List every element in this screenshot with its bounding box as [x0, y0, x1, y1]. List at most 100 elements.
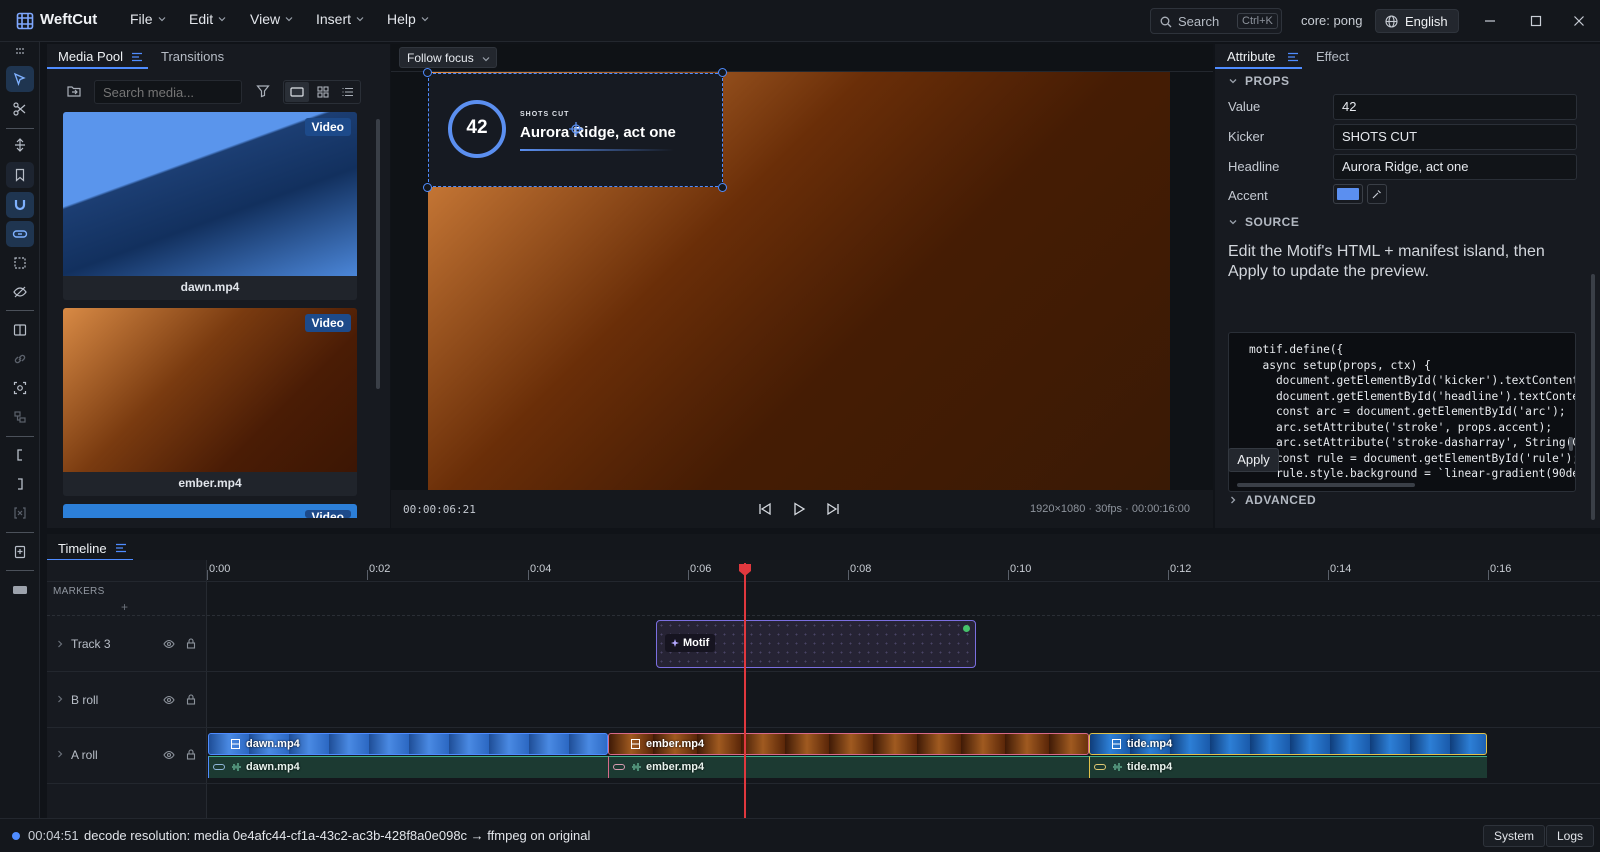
next-frame-button[interactable]: [824, 500, 842, 518]
eye-icon[interactable]: [163, 639, 175, 649]
chevron-right-icon[interactable]: [57, 695, 63, 703]
audio-clip[interactable]: dawn.mp4: [208, 756, 608, 778]
props-section-header[interactable]: PROPS: [1229, 74, 1290, 88]
code-h-scrollbar[interactable]: [1237, 483, 1415, 487]
select-tool[interactable]: [6, 66, 34, 92]
hide-tool[interactable]: [6, 279, 34, 305]
marquee-tool[interactable]: [6, 250, 34, 276]
menu-insert[interactable]: Insert: [316, 11, 364, 27]
close-button[interactable]: [1569, 11, 1589, 31]
media-item[interactable]: Video ember.mp4: [63, 308, 357, 496]
link-tool[interactable]: [6, 346, 34, 372]
eyedropper-button[interactable]: [1367, 184, 1387, 204]
core-status: core: pong: [1301, 13, 1363, 28]
menu-help[interactable]: Help: [387, 11, 429, 27]
media-search-input[interactable]: [94, 80, 242, 104]
tab-effect[interactable]: Effect: [1316, 49, 1349, 64]
playhead[interactable]: [744, 563, 746, 818]
resize-handle[interactable]: [718, 183, 727, 192]
audio-clip[interactable]: ember.mp4: [608, 756, 1089, 778]
group-tool[interactable]: [6, 404, 34, 430]
video-clip[interactable]: ember.mp4: [608, 733, 1089, 755]
hamburger-icon[interactable]: [115, 543, 127, 553]
logs-button[interactable]: Logs: [1546, 825, 1595, 847]
audio-clip[interactable]: tide.mp4: [1089, 756, 1487, 778]
kicker-field[interactable]: SHOTS CUT: [1333, 124, 1577, 150]
media-type-badge: Video: [304, 314, 351, 332]
tab-media-pool[interactable]: Media Pool: [58, 49, 123, 64]
lock-icon[interactable]: [186, 749, 196, 760]
resize-handle[interactable]: [423, 68, 432, 77]
media-thumbnail: Video: [63, 308, 357, 472]
add-marker-tool[interactable]: [6, 539, 34, 565]
tab-transitions[interactable]: Transitions: [161, 49, 224, 64]
lock-icon[interactable]: [186, 638, 196, 649]
chevron-right-icon[interactable]: [57, 640, 63, 648]
focus-tool[interactable]: [6, 375, 34, 401]
media-item[interactable]: Video dawn.mp4: [63, 112, 357, 300]
in-point-tool[interactable]: [6, 442, 34, 468]
chevron-right-icon[interactable]: [57, 750, 63, 758]
split-view-tool[interactable]: [6, 317, 34, 343]
import-folder-icon[interactable]: [67, 85, 81, 97]
resize-handle[interactable]: [423, 183, 432, 192]
language-button[interactable]: English: [1375, 9, 1459, 33]
link-clips-tool[interactable]: [6, 221, 34, 247]
add-track-icon[interactable]: +: [121, 600, 128, 614]
prev-frame-button[interactable]: [756, 500, 774, 518]
ruler[interactable]: [207, 560, 1600, 580]
razor-tool[interactable]: [6, 96, 34, 122]
search-button[interactable]: Search Ctrl+K: [1150, 8, 1282, 34]
playhead-handle-icon[interactable]: [738, 563, 752, 577]
marker-tool[interactable]: [6, 162, 34, 188]
ripple-tool[interactable]: [6, 132, 34, 158]
motif-overlay[interactable]: 42 SHOTS CUT Aurora Ridge, act one: [428, 73, 723, 187]
move-handle-icon[interactable]: [568, 121, 584, 137]
headline-field[interactable]: Aurora Ridge, act one: [1333, 154, 1577, 180]
source-section-header[interactable]: SOURCE: [1229, 215, 1299, 229]
timeline-tab[interactable]: Timeline: [58, 541, 107, 556]
menu-edit[interactable]: Edit: [189, 11, 226, 27]
code-v-scrollbar[interactable]: [1569, 437, 1573, 451]
accent-color-swatch[interactable]: [1333, 184, 1363, 204]
keyboard-tool[interactable]: [6, 577, 34, 603]
link-icon: [1094, 764, 1106, 770]
ruler-tick: [1328, 570, 1329, 580]
system-button[interactable]: System: [1483, 825, 1546, 847]
hamburger-icon[interactable]: [131, 52, 143, 62]
tab-attribute[interactable]: Attribute: [1227, 49, 1275, 64]
eye-icon[interactable]: [163, 695, 175, 705]
magnet-tool[interactable]: [6, 192, 34, 218]
code-line: document.getElementById('kicker').textCo…: [1249, 374, 1576, 387]
apply-button[interactable]: Apply: [1228, 448, 1279, 472]
view-single-button[interactable]: [285, 82, 309, 102]
grid-icon: [317, 86, 329, 98]
lock-icon[interactable]: [186, 694, 196, 705]
media-item[interactable]: Video: [63, 504, 357, 518]
hamburger-icon[interactable]: [1287, 52, 1299, 62]
maximize-button[interactable]: [1526, 11, 1546, 31]
ruler-tick: [688, 570, 689, 580]
media-scrollbar[interactable]: [376, 119, 380, 389]
motif-clip[interactable]: Motif: [656, 620, 976, 668]
filter-icon[interactable]: [256, 84, 270, 98]
out-point-tool[interactable]: [6, 471, 34, 497]
code-editor[interactable]: motif.define({ async setup(props, ctx) {…: [1228, 332, 1576, 492]
inspector-scrollbar[interactable]: [1591, 274, 1595, 520]
advanced-section-header[interactable]: ADVANCED: [1229, 493, 1316, 507]
minimize-button[interactable]: [1480, 11, 1500, 31]
menu-file[interactable]: File: [130, 11, 166, 27]
view-grid-button[interactable]: [311, 82, 335, 102]
resize-handle[interactable]: [718, 68, 727, 77]
play-button[interactable]: [790, 500, 808, 518]
chevron-down-icon: [1229, 220, 1237, 225]
clear-points-tool[interactable]: [6, 500, 34, 526]
follow-focus-dropdown[interactable]: Follow focus: [399, 47, 497, 68]
video-clip[interactable]: tide.mp4: [1089, 733, 1487, 755]
video-clip[interactable]: dawn.mp4: [208, 733, 608, 755]
eye-icon[interactable]: [163, 750, 175, 760]
search-shortcut: Ctrl+K: [1237, 13, 1278, 29]
value-field[interactable]: 42: [1333, 94, 1577, 120]
menu-view[interactable]: View: [250, 11, 293, 27]
view-list-button[interactable]: [336, 82, 360, 102]
